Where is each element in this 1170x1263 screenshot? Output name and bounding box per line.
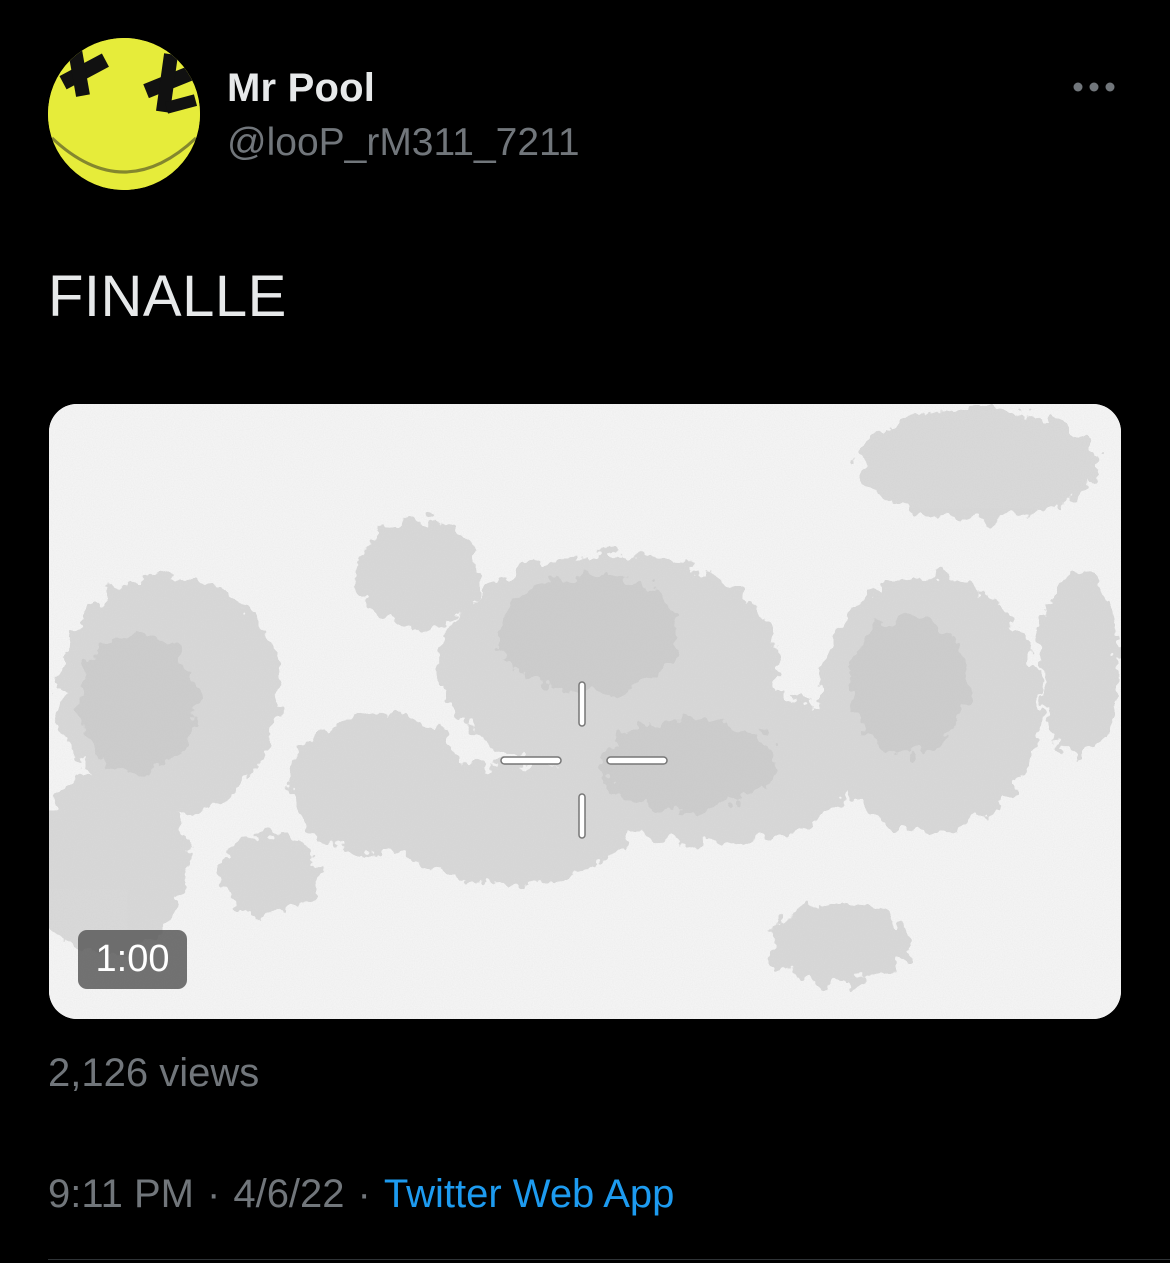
tweet-source-link[interactable]: Twitter Web App [384, 1172, 675, 1216]
display-name[interactable]: Mr Pool [227, 66, 375, 111]
tweet-time[interactable]: 9:11 PM [48, 1172, 194, 1216]
view-count: 2,126 views [48, 1051, 260, 1095]
more-options-button[interactable] [1068, 64, 1120, 110]
avatar[interactable] [48, 38, 200, 190]
divider [48, 1259, 1170, 1260]
tweet-date[interactable]: 4/6/22 [233, 1172, 344, 1216]
meta-separator: · [357, 1172, 371, 1216]
tweet-meta: 9:11 PM · 4/6/22 · Twitter Web App [48, 1172, 674, 1217]
smiley-avatar-icon [48, 38, 200, 190]
video-thumbnail [49, 404, 1121, 1019]
tweet: Mr Pool @looP_rM311_7211 FINALLE 1:00 2,… [0, 0, 1170, 1263]
video-player[interactable]: 1:00 [49, 404, 1121, 1019]
meta-separator: · [207, 1172, 221, 1216]
tweet-text: FINALLE [48, 264, 287, 329]
more-horizontal-icon [1073, 82, 1115, 92]
video-duration-badge: 1:00 [78, 930, 187, 989]
user-handle[interactable]: @looP_rM311_7211 [227, 121, 580, 165]
